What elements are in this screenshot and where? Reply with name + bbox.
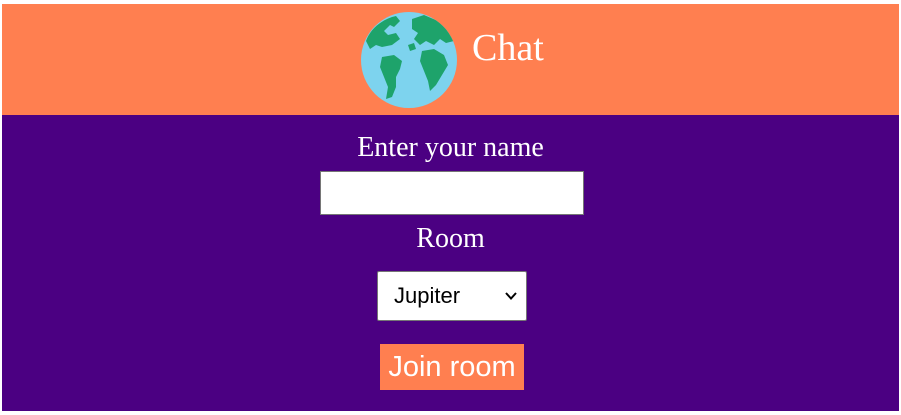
join-room-button[interactable]: Join room bbox=[380, 344, 524, 390]
name-label: Enter your name bbox=[357, 132, 544, 163]
chevron-down-icon bbox=[504, 289, 518, 303]
name-input[interactable] bbox=[320, 171, 584, 215]
join-form: Enter your name Room Jupiter Join room bbox=[2, 115, 899, 411]
room-select-value: Jupiter bbox=[394, 283, 461, 308]
globe-icon bbox=[360, 11, 458, 109]
app-title: Chat bbox=[472, 27, 544, 69]
room-select[interactable]: Jupiter bbox=[377, 271, 527, 321]
app-frame: Chat Enter your name Room Jupiter Join r… bbox=[2, 4, 899, 411]
room-label: Room bbox=[416, 223, 485, 254]
header: Chat bbox=[2, 4, 899, 115]
